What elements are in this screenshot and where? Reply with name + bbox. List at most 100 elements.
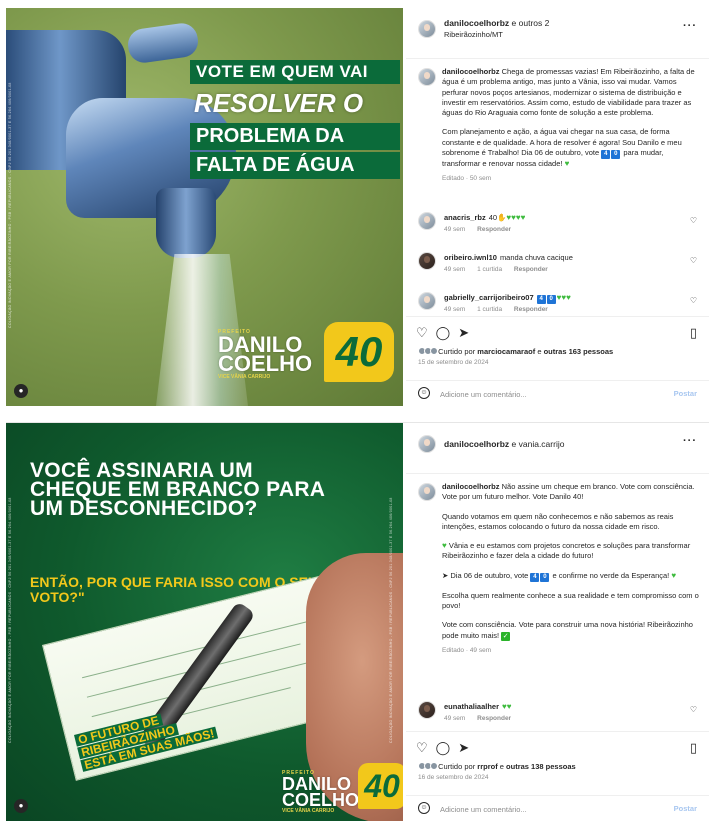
liked-by-user[interactable]: rrprof xyxy=(477,762,497,771)
author-username[interactable]: danilocoelhorbz xyxy=(444,18,509,28)
comment-text: eunathaliaalher ♥♥ xyxy=(444,702,512,711)
digit-4-box: 4 xyxy=(601,150,611,160)
comment-like-icon[interactable]: ♡ xyxy=(690,296,697,305)
comment-username[interactable]: anacris_rbz xyxy=(444,213,486,222)
emoji-icon[interactable]: ☺ xyxy=(418,802,430,814)
avatar[interactable] xyxy=(418,68,436,86)
comment-likes[interactable]: 1 curtida xyxy=(477,266,502,273)
caption-username[interactable]: danilocoelhorbz xyxy=(442,482,500,491)
comment-text: gabrielly_carrijoribeiro07 4 0 ♥♥♥ xyxy=(444,293,571,304)
liked-by-middle: e xyxy=(535,347,544,356)
candidate-brand: PREFEITO DANILO COELHO VICE VÂNIA CARRIJ… xyxy=(282,771,359,813)
legal-text: COLIGAÇÃO INOVAÇÃO E AMOR POR RIBEIRÃOZI… xyxy=(389,497,393,743)
author-extra[interactable]: e vania.carrijo xyxy=(509,439,565,449)
post-comment-button[interactable]: Postar xyxy=(674,389,697,398)
comment-meta: 49 sem 1 curtida Responder xyxy=(444,266,558,273)
comment-input[interactable] xyxy=(440,387,660,401)
faucet-handle xyxy=(125,21,201,65)
comment-text: anacris_rbz 40✋♥♥♥♥ xyxy=(444,213,525,222)
green-heart-icon: ♥♥♥ xyxy=(556,293,571,302)
post-date[interactable]: 15 de setembro de 2024 xyxy=(418,359,488,366)
post-location[interactable]: Ribeirãozinho/MT xyxy=(444,30,503,39)
comment-username[interactable]: oribeiro.iwnl10 xyxy=(444,253,497,262)
post-2-image[interactable]: VOCÊ ASSINARIA UM CHEQUE EM BRANCO PARA … xyxy=(6,423,403,821)
action-icons: ♡ ◯ ➤ xyxy=(416,740,477,756)
digit-4-box: 4 xyxy=(536,295,546,304)
headline-line-3: PROBLEMA DA xyxy=(190,123,400,150)
author-extra[interactable]: e outros 2 xyxy=(509,18,550,28)
brand-name-2: COELHO xyxy=(218,351,313,377)
liked-by[interactable]: Curtido por rrprof e outras 138 pessoas xyxy=(418,762,576,771)
heart-icon[interactable]: ♡ xyxy=(416,325,428,340)
liked-by-others[interactable]: outras 163 pessoas xyxy=(544,347,614,356)
avatar[interactable] xyxy=(418,435,436,453)
post-date[interactable]: 16 de setembro de 2024 xyxy=(418,774,488,781)
tagged-user-icon[interactable]: ● xyxy=(14,799,28,813)
green-heart-icon: ♥♥ xyxy=(502,702,512,711)
bookmark-icon[interactable]: ▯ xyxy=(690,740,697,756)
comment-likes[interactable]: 1 curtida xyxy=(477,306,502,313)
caption-body: danilocoelhorbz Não assine um cheque em … xyxy=(442,482,701,656)
post-1-sidebar: danilocoelhorbz e outros 2 Ribeirãozinho… xyxy=(406,8,709,406)
caption-paragraph-4a: Dia 06 de outubro, vote xyxy=(448,570,531,580)
bookmark-icon[interactable]: ▯ xyxy=(690,325,697,341)
comment-body: 40 xyxy=(488,213,498,222)
avatar[interactable] xyxy=(418,701,436,719)
post-2-sidebar: danilocoelhorbz e vania.carrijo ··· dani… xyxy=(406,423,709,821)
avatar[interactable] xyxy=(418,212,436,230)
comment-like-icon[interactable]: ♡ xyxy=(690,256,697,265)
reply-button[interactable]: Responder xyxy=(477,226,511,233)
comment-meta: 49 sem Responder xyxy=(444,226,521,233)
more-options-icon[interactable]: ··· xyxy=(683,20,697,32)
reply-button[interactable]: Responder xyxy=(477,715,511,722)
reply-button[interactable]: Responder xyxy=(514,306,548,313)
headline-line-2: RESOLVER O xyxy=(194,88,364,118)
action-icons: ♡ ◯ ➤ xyxy=(416,325,477,341)
post-author[interactable]: danilocoelhorbz e vania.carrijo xyxy=(444,439,564,449)
comment-time: 49 sem xyxy=(444,715,466,722)
avatar[interactable] xyxy=(418,292,436,310)
caption-meta: Editado · 50 sem xyxy=(442,175,492,183)
caption-username[interactable]: danilocoelhorbz xyxy=(442,67,500,76)
post-header: danilocoelhorbz e vania.carrijo ··· xyxy=(406,423,709,471)
liked-by-others[interactable]: outras 138 pessoas xyxy=(506,762,576,771)
fingers-crossed-icon: ✋ xyxy=(497,213,507,222)
digit-0-box: 0 xyxy=(546,295,556,304)
candidate-number-badge: 40 xyxy=(324,322,394,382)
share-icon[interactable]: ➤ xyxy=(458,740,469,755)
comment-username[interactable]: eunathaliaalher xyxy=(444,702,499,711)
liked-by-user[interactable]: marciocamaraof xyxy=(477,347,535,356)
comment-like-icon[interactable]: ♡ xyxy=(690,216,697,225)
legal-text: COLIGAÇÃO INOVAÇÃO E AMOR POR RIBEIRÃOZI… xyxy=(8,497,12,743)
caption: danilocoelhorbz Não assine um cheque em … xyxy=(406,473,709,656)
reply-button[interactable]: Responder xyxy=(514,266,548,273)
avatar[interactable] xyxy=(418,252,436,270)
emoji-icon[interactable]: ☺ xyxy=(418,387,430,399)
caption-paragraph-5: Escolha quem realmente conhece a sua rea… xyxy=(442,590,699,611)
faucet-spout xyxy=(156,188,216,258)
avatar[interactable] xyxy=(418,20,436,38)
comment-input[interactable] xyxy=(440,802,660,816)
post-author[interactable]: danilocoelhorbz e outros 2 xyxy=(444,18,549,28)
avatar[interactable] xyxy=(418,483,436,501)
post-comment-button[interactable]: Postar xyxy=(674,804,697,813)
share-icon[interactable]: ➤ xyxy=(458,325,469,340)
heart-icon[interactable]: ♡ xyxy=(416,740,428,755)
check-mark-icon: ✓ xyxy=(501,631,511,641)
comment-icon[interactable]: ◯ xyxy=(436,740,451,755)
comment-time: 49 sem xyxy=(444,266,466,273)
author-username[interactable]: danilocoelhorbz xyxy=(444,439,509,449)
comment-icon[interactable]: ◯ xyxy=(436,325,451,340)
candidate-number-badge: 40 xyxy=(358,763,403,809)
legal-text: COLIGAÇÃO INOVAÇÃO E AMOR POR RIBEIRÃOZI… xyxy=(8,82,12,328)
post-1: VOTE EM QUEM VAI RESOLVER O PROBLEMA DA … xyxy=(6,8,709,406)
liked-by[interactable]: Curtido por marciocamaraof e outras 163 … xyxy=(418,347,613,356)
post-1-image[interactable]: VOTE EM QUEM VAI RESOLVER O PROBLEMA DA … xyxy=(6,8,403,406)
comment-like-icon[interactable]: ♡ xyxy=(690,705,697,714)
caption-paragraph-3: Vânia e eu estamos com projetos concreto… xyxy=(442,541,691,561)
caption: danilocoelhorbz Chega de promessas vazia… xyxy=(406,58,709,185)
more-options-icon[interactable]: ··· xyxy=(683,435,697,447)
comment-username[interactable]: gabrielly_carrijoribeiro07 xyxy=(444,293,534,302)
comment-bar: ☺ Postar xyxy=(406,795,709,821)
tagged-user-icon[interactable]: ● xyxy=(14,384,28,398)
